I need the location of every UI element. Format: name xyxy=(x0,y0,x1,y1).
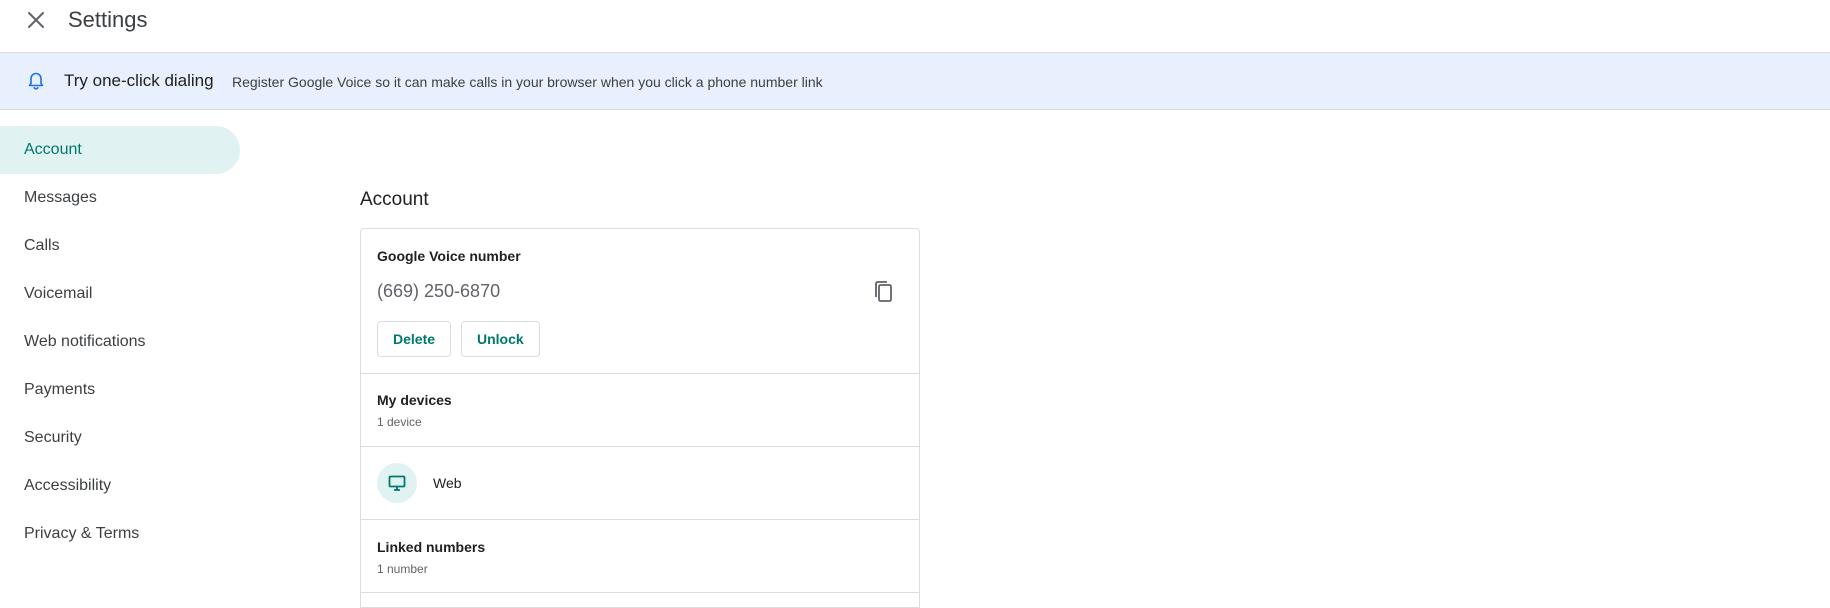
linked-numbers-count: 1 number xyxy=(377,562,428,576)
account-card: Google Voice number (669) 250-6870 Delet… xyxy=(360,228,920,608)
device-label: Web xyxy=(433,475,462,491)
my-devices-section[interactable]: My devices 1 device xyxy=(361,374,919,447)
linked-numbers-heading: Linked numbers xyxy=(377,539,486,555)
unlock-button[interactable]: Unlock xyxy=(461,321,540,357)
bell-icon xyxy=(28,72,44,90)
copy-number-button[interactable] xyxy=(871,279,897,305)
banner-title: Try one-click dialing xyxy=(64,71,214,90)
voice-number-section: Google Voice number (669) 250-6870 Delet… xyxy=(361,229,919,374)
sidebar-item-voicemail[interactable]: Voicemail xyxy=(0,270,240,318)
device-avatar xyxy=(377,463,417,503)
banner-text: Register Google Voice so it can make cal… xyxy=(232,74,823,90)
delete-button[interactable]: Delete xyxy=(377,321,452,357)
page-title: Settings xyxy=(68,7,148,32)
my-devices-count: 1 device xyxy=(377,415,422,429)
sidebar-item-web-notifications[interactable]: Web notifications xyxy=(0,318,240,366)
sidebar-item-account[interactable]: Account xyxy=(0,126,240,174)
top-bar: Settings xyxy=(0,0,1830,52)
linked-numbers-section[interactable]: Linked numbers 1 number xyxy=(361,520,919,593)
phone-number: (669) 250-6870 xyxy=(377,281,501,301)
sidebar-item-payments[interactable]: Payments xyxy=(0,366,240,414)
sidebar-item-security[interactable]: Security xyxy=(0,414,240,462)
close-button[interactable] xyxy=(20,4,52,36)
desktop-icon xyxy=(388,475,406,491)
sidebar-item-privacy-terms[interactable]: Privacy & Terms xyxy=(0,510,240,558)
sidebar-item-messages[interactable]: Messages xyxy=(0,174,240,222)
copy-icon xyxy=(875,281,892,302)
close-icon xyxy=(28,12,44,28)
my-devices-heading: My devices xyxy=(377,392,452,408)
sidebar-item-calls[interactable]: Calls xyxy=(0,222,240,270)
one-click-dialing-banner[interactable]: Try one-click dialing Register Google Vo… xyxy=(0,52,1830,110)
section-title: Account xyxy=(360,189,429,210)
voice-number-heading: Google Voice number xyxy=(377,248,521,264)
device-row-web[interactable]: Web xyxy=(361,447,919,520)
sidebar-item-accessibility[interactable]: Accessibility xyxy=(0,462,240,510)
